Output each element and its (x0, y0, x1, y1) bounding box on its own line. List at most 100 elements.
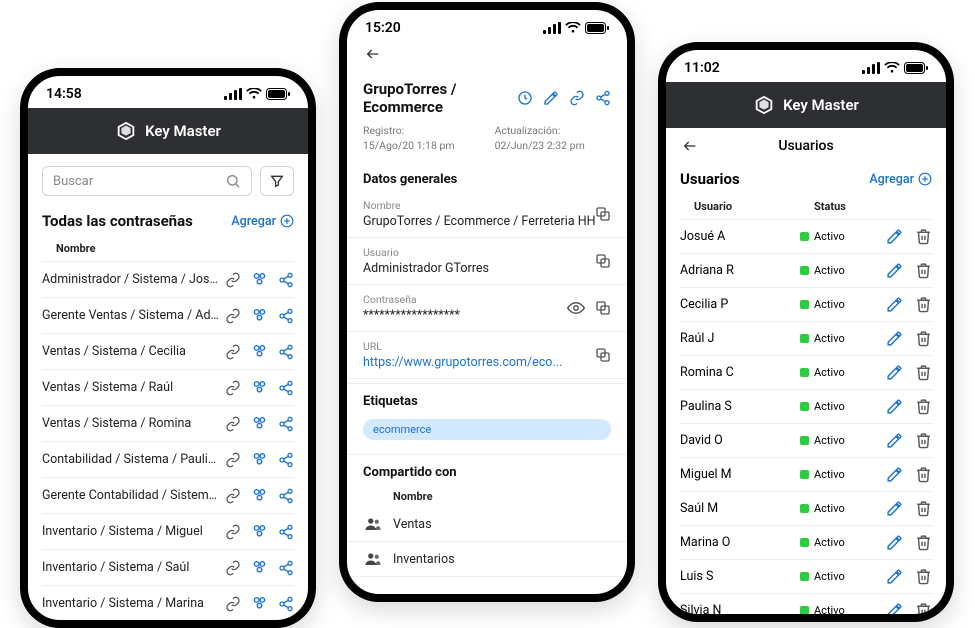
copy-icon[interactable] (595, 347, 611, 363)
edit-icon[interactable] (886, 262, 903, 279)
users-icon[interactable] (251, 451, 268, 468)
trash-icon[interactable] (915, 432, 932, 449)
trash-icon[interactable] (915, 466, 932, 483)
user-row[interactable]: Miguel M Activo (680, 458, 932, 492)
link-icon[interactable] (225, 344, 241, 360)
users-icon[interactable] (251, 415, 268, 432)
edit-icon[interactable] (886, 432, 903, 449)
trash-icon[interactable] (915, 534, 932, 551)
share-icon[interactable] (278, 524, 294, 540)
users-icon[interactable] (251, 523, 268, 540)
edit-icon[interactable] (886, 466, 903, 483)
user-row[interactable]: David O Activo (680, 424, 932, 458)
user-row[interactable]: Marina O Activo (680, 526, 932, 560)
status-bar: 11:02 (666, 50, 946, 82)
filter-button[interactable] (260, 166, 294, 196)
link-icon[interactable] (225, 524, 241, 540)
password-row[interactable]: Gerente Contabilidad / Sistema / David (42, 478, 294, 514)
trash-icon[interactable] (915, 296, 932, 313)
trash-icon[interactable] (915, 568, 932, 585)
field-url-value[interactable]: https://www.grupotorres.com/eco... (363, 355, 611, 370)
password-row[interactable]: Gerente Ventas / Sistema / Adriana (42, 298, 294, 334)
share-icon[interactable] (278, 308, 294, 324)
user-row[interactable]: Romina C Activo (680, 356, 932, 390)
link-icon[interactable] (225, 416, 241, 432)
link-icon[interactable] (225, 272, 241, 288)
share-icon[interactable] (278, 488, 294, 504)
user-row[interactable]: Josué A Activo (680, 220, 932, 254)
user-row[interactable]: Adriana R Activo (680, 254, 932, 288)
users-icon[interactable] (251, 559, 268, 576)
trash-icon[interactable] (915, 228, 932, 245)
password-row[interactable]: Contabilidad / Sistema / Paulina (42, 442, 294, 478)
add-button[interactable]: Agregar (231, 214, 294, 229)
edit-icon[interactable] (886, 500, 903, 517)
link-icon[interactable] (225, 452, 241, 468)
share-icon[interactable] (278, 596, 294, 612)
copy-icon[interactable] (595, 300, 611, 316)
trash-icon[interactable] (915, 398, 932, 415)
password-row[interactable]: Inventario / Sistema / Miguel (42, 514, 294, 550)
edit-icon[interactable] (886, 296, 903, 313)
password-row[interactable]: Ventas / Sistema / Raúl (42, 370, 294, 406)
user-row[interactable]: Cecilia P Activo (680, 288, 932, 322)
link-icon[interactable] (225, 308, 241, 324)
shared-row-label: Ventas (393, 517, 432, 532)
share-icon[interactable] (278, 272, 294, 288)
password-row[interactable]: Inventario / Sistema / Saúl (42, 550, 294, 586)
trash-icon[interactable] (915, 364, 932, 381)
password-row[interactable]: Ventas / Sistema / Romina (42, 406, 294, 442)
users-icon[interactable] (251, 271, 268, 288)
shared-row[interactable]: Inventarios (347, 542, 627, 577)
edit-icon[interactable] (886, 330, 903, 347)
trash-icon[interactable] (915, 262, 932, 279)
share-icon[interactable] (278, 344, 294, 360)
share-icon[interactable] (278, 452, 294, 468)
password-row[interactable]: Inventario / Sistema / Marina (42, 586, 294, 620)
users-icon[interactable] (251, 343, 268, 360)
back-icon[interactable] (363, 46, 383, 62)
edit-icon[interactable] (886, 228, 903, 245)
share-icon[interactable] (278, 416, 294, 432)
edit-icon[interactable] (886, 398, 903, 415)
edit-icon[interactable] (886, 534, 903, 551)
users-icon[interactable] (251, 487, 268, 504)
trash-icon[interactable] (915, 500, 932, 517)
password-row[interactable]: Administrador / Sistema / Josué (42, 262, 294, 298)
share-icon[interactable] (278, 560, 294, 576)
history-icon[interactable] (517, 90, 533, 106)
shared-row-label: Inventarios (393, 552, 455, 567)
add-button[interactable]: Agregar (869, 172, 932, 187)
user-row[interactable]: Raúl J Activo (680, 322, 932, 356)
users-icon[interactable] (251, 307, 268, 324)
copy-icon[interactable] (595, 206, 611, 222)
users-icon[interactable] (251, 595, 268, 612)
edit-icon[interactable] (886, 364, 903, 381)
search-input[interactable]: Buscar (42, 166, 252, 196)
trash-icon[interactable] (915, 330, 932, 347)
user-row[interactable]: Paulina S Activo (680, 390, 932, 424)
users-icon[interactable] (251, 379, 268, 396)
share-icon[interactable] (278, 380, 294, 396)
password-row[interactable]: Ventas / Sistema / Cecilia (42, 334, 294, 370)
share-icon[interactable] (595, 90, 611, 106)
user-row[interactable]: Saúl M Activo (680, 492, 932, 526)
eye-icon[interactable] (567, 299, 585, 317)
copy-icon[interactable] (595, 253, 611, 269)
tag-ecommerce[interactable]: ecommerce (363, 419, 611, 440)
link-icon[interactable] (225, 560, 241, 576)
link-icon[interactable] (225, 380, 241, 396)
link-icon[interactable] (225, 596, 241, 612)
back-icon[interactable] (680, 138, 700, 154)
link-icon[interactable] (225, 488, 241, 504)
shared-row[interactable]: Ventas (347, 507, 627, 542)
edit-icon[interactable] (886, 602, 903, 614)
edit-icon[interactable] (886, 568, 903, 585)
password-row-label: Administrador / Sistema / Josué (42, 272, 225, 287)
edit-icon[interactable] (543, 90, 559, 106)
status-dot-icon (800, 504, 809, 513)
field-name: Nombre GrupoTorres / Ecommerce / Ferrete… (347, 191, 627, 238)
link-icon[interactable] (569, 90, 585, 106)
user-row[interactable]: Silvia N Activo (680, 594, 932, 614)
trash-icon[interactable] (915, 602, 932, 614)
